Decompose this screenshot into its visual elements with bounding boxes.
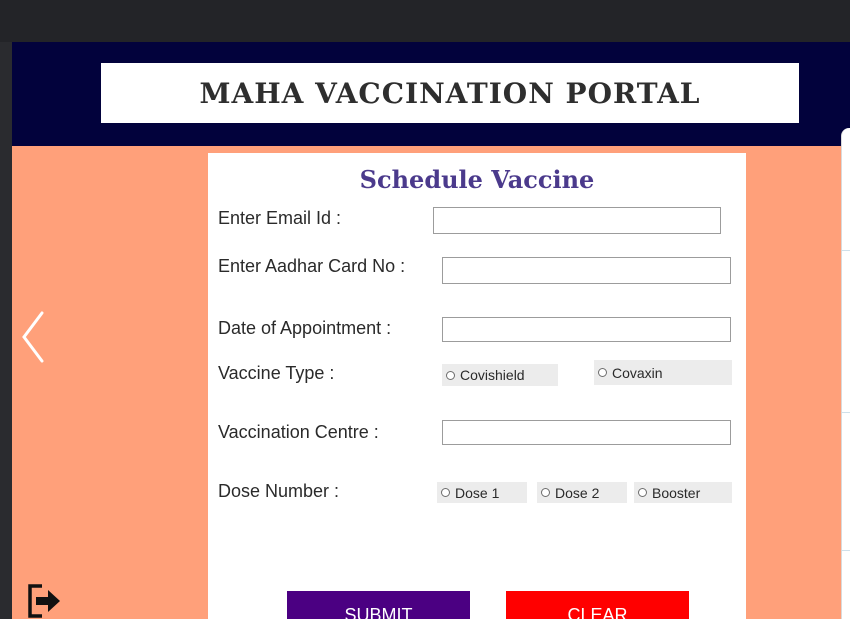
email-field[interactable] (433, 207, 721, 234)
radio-label: Dose 2 (555, 484, 600, 501)
radio-dose-2[interactable]: Dose 2 (537, 482, 627, 503)
radio-dose-1[interactable]: Dose 1 (437, 482, 527, 503)
panel-divider (842, 550, 850, 551)
radio-label: Covaxin (612, 364, 663, 381)
centre-label: Vaccination Centre : (218, 422, 379, 442)
form-title: Schedule Vaccine (359, 165, 595, 194)
clear-button[interactable]: CLEAR (506, 591, 689, 619)
aadhar-field[interactable] (442, 257, 731, 284)
date-label: Date of Appointment : (218, 318, 392, 338)
vaccine-type-label: Vaccine Type : (218, 363, 335, 383)
radio-label: Covishield (460, 367, 525, 383)
exit-icon[interactable] (26, 583, 64, 619)
chevron-left-icon[interactable] (18, 309, 48, 369)
submit-button[interactable]: SUBMIT (287, 591, 470, 619)
radio-covishield[interactable]: Covishield (442, 364, 558, 386)
side-panel-edge (841, 128, 850, 619)
radio-circle (638, 488, 647, 497)
radio-booster[interactable]: Booster (634, 482, 732, 503)
app-window: MAHA VACCINATION PORTAL Schedule Vaccine… (12, 42, 850, 619)
window-left-border (0, 42, 12, 619)
radio-circle (541, 488, 550, 497)
radio-circle (441, 488, 450, 497)
panel-divider (842, 250, 850, 251)
radio-circle (446, 370, 455, 380)
email-label: Enter Email Id : (218, 208, 342, 228)
title-box: MAHA VACCINATION PORTAL (101, 63, 799, 123)
app-title: MAHA VACCINATION PORTAL (199, 76, 701, 110)
browser-top-bar (0, 0, 850, 42)
radio-label: Dose 1 (455, 484, 500, 501)
radio-covaxin[interactable]: Covaxin (594, 360, 732, 385)
dose-label: Dose Number : (218, 481, 340, 501)
aadhar-label: Enter Aadhar Card No : (218, 256, 406, 276)
radio-circle (598, 368, 607, 377)
centre-field[interactable] (442, 420, 731, 445)
schedule-form: Schedule Vaccine Enter Email Id : Enter … (208, 153, 746, 619)
header-band: MAHA VACCINATION PORTAL (12, 42, 850, 146)
radio-label: Booster (652, 484, 701, 501)
panel-divider (842, 412, 850, 413)
date-field[interactable] (442, 317, 731, 342)
